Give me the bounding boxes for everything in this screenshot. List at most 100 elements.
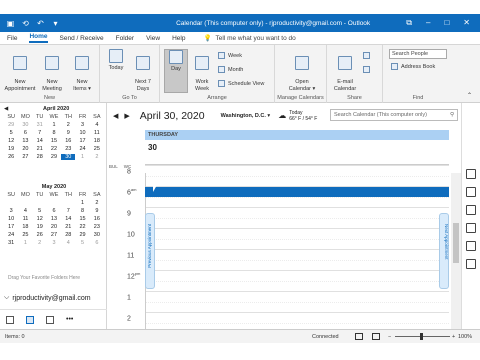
mini-calendar-day[interactable]: 31 — [33, 122, 47, 128]
mini-calendar-day[interactable]: 18 — [90, 138, 104, 144]
mini-calendar-day[interactable]: 8 — [47, 130, 61, 136]
mini-calendar-day[interactable]: 10 — [4, 216, 18, 222]
mini-calendar-day[interactable]: 16 — [90, 216, 104, 222]
mini-calendar-day[interactable] — [61, 200, 75, 206]
minimize-button[interactable]: – — [426, 18, 430, 28]
hour-row[interactable]: 9 — [107, 207, 461, 229]
mini-calendar-day[interactable]: 1 — [18, 240, 32, 246]
tab-send-receive[interactable]: Send / Receive — [60, 35, 104, 42]
mini-calendar-day[interactable]: 6 — [90, 240, 104, 246]
mini-calendar-day[interactable]: 26 — [4, 154, 18, 160]
mini-calendar-day[interactable]: 11 — [90, 130, 104, 136]
weather-location[interactable]: Washington, D.C. ▾ — [221, 113, 271, 119]
zoom-out-icon[interactable]: − — [388, 334, 391, 340]
mini-calendar-day[interactable]: 31 — [4, 240, 18, 246]
mini-calendar-day[interactable]: 17 — [4, 224, 18, 230]
day-view-button[interactable]: Day — [164, 49, 188, 93]
mini-calendar-day[interactable]: 23 — [90, 224, 104, 230]
calendar-grid-rail-icon[interactable] — [466, 205, 476, 215]
mini-calendar-day[interactable]: 27 — [18, 154, 32, 160]
share-calendar-button[interactable] — [363, 52, 370, 59]
vertical-scrollbar[interactable] — [451, 173, 461, 329]
send-receive-icon[interactable]: ⟲ — [21, 19, 30, 28]
mini-calendar-day[interactable]: 20 — [47, 224, 61, 230]
mini-calendar-day[interactable] — [4, 200, 18, 206]
mini-calendar-day[interactable]: 19 — [4, 146, 18, 152]
mini-calendar-day[interactable]: 6 — [18, 130, 32, 136]
mini-calendar-day[interactable]: 2 — [90, 200, 104, 206]
next-appointment-button[interactable]: Next Appointment — [439, 213, 449, 289]
next-7-days-button[interactable]: Next 7 Days — [130, 49, 156, 93]
mini-calendar-day[interactable]: 15 — [75, 216, 89, 222]
all-day-area[interactable] — [145, 140, 449, 165]
publish-online-button[interactable] — [363, 66, 370, 73]
mini-calendar-day[interactable]: 30 — [61, 154, 76, 160]
mini-calendar-day[interactable]: 22 — [75, 224, 89, 230]
maximize-button[interactable]: □ — [444, 18, 449, 28]
tab-help[interactable]: Help — [172, 35, 185, 42]
account-folder[interactable]: ⌵ rjproductivity@gmail.com — [4, 294, 91, 302]
columns-rail-icon[interactable] — [466, 223, 476, 233]
mini-calendar-day[interactable]: 27 — [47, 232, 61, 238]
mini-calendar-day[interactable]: 28 — [61, 232, 75, 238]
mini-calendar-day[interactable]: 21 — [33, 146, 47, 152]
tab-file[interactable]: File — [7, 35, 17, 42]
mini-calendar-day[interactable]: 1 — [75, 200, 89, 206]
previous-day-icon[interactable]: ◀ — [113, 112, 118, 120]
customize-qat-icon[interactable]: ▾ — [51, 19, 60, 28]
tab-folder[interactable]: Folder — [116, 35, 134, 42]
work-week-button[interactable]: Work Week — [190, 49, 214, 93]
new-appointment-button[interactable]: New Appointment — [4, 49, 36, 93]
zoom-slider-thumb[interactable] — [420, 333, 423, 340]
prev-month-arrow-icon[interactable]: ◀ — [4, 106, 8, 112]
mini-calendar-day[interactable]: 12 — [4, 138, 18, 144]
calendar-rail-icon[interactable] — [466, 169, 476, 179]
hour-row[interactable]: 8 — [107, 165, 461, 187]
new-meeting-button[interactable]: New Meeting — [38, 49, 66, 93]
hour-row[interactable]: 10 — [107, 228, 461, 250]
hour-row[interactable]: 11 — [107, 249, 461, 271]
previous-appointment-button[interactable]: Previous Appointment — [145, 213, 155, 289]
scrollbar-thumb[interactable] — [453, 223, 459, 263]
more-icon[interactable]: ••• — [66, 316, 73, 323]
list-rail-icon[interactable] — [466, 259, 476, 269]
mini-calendar-day[interactable]: 23 — [61, 146, 75, 152]
mini-calendar-day[interactable]: 7 — [33, 130, 47, 136]
mini-calendar-day[interactable]: 3 — [47, 240, 61, 246]
mini-calendar-day[interactable]: 29 — [4, 122, 18, 128]
mini-calendar-day[interactable]: 13 — [18, 138, 32, 144]
mini-calendar-day[interactable] — [47, 200, 61, 206]
open-calendar-button[interactable]: Open Calendar ▾ — [285, 49, 319, 93]
mini-calendar-day[interactable]: 20 — [18, 146, 32, 152]
mini-calendar-day[interactable]: 5 — [75, 240, 89, 246]
mini-calendar-day[interactable]: 8 — [75, 208, 89, 214]
mini-calendar-day[interactable]: 2 — [90, 154, 104, 160]
mini-calendar-day[interactable]: 30 — [18, 122, 32, 128]
mini-calendar-day[interactable]: 3 — [4, 208, 18, 214]
search-calendar-input[interactable]: Search Calendar (This computer only) ⚲ — [330, 109, 458, 121]
next-day-icon[interactable]: ▶ — [124, 112, 129, 120]
mini-calendar-day[interactable]: 4 — [61, 240, 75, 246]
tab-home[interactable]: Home — [29, 33, 48, 43]
normal-view-icon[interactable] — [355, 333, 363, 340]
mini-calendar-day[interactable]: 11 — [18, 216, 32, 222]
mini-calendar-day[interactable]: 18 — [18, 224, 32, 230]
mini-calendar-day[interactable]: 29 — [75, 232, 89, 238]
mini-calendar-day[interactable]: 25 — [90, 146, 104, 152]
mini-calendar-day[interactable]: 12 — [33, 216, 47, 222]
collapse-ribbon-icon[interactable]: ⌃ — [467, 92, 472, 99]
mini-calendar-day[interactable]: 30 — [90, 232, 104, 238]
search-people-input[interactable]: Search People — [389, 49, 447, 59]
people-icon[interactable] — [46, 315, 54, 324]
tab-view[interactable]: View — [146, 35, 160, 42]
save-icon[interactable]: ▣ — [6, 19, 15, 28]
board-rail-icon[interactable] — [466, 241, 476, 251]
mini-calendar-day[interactable]: 14 — [33, 138, 47, 144]
mini-calendar-day[interactable]: 16 — [61, 138, 75, 144]
mini-calendar-day[interactable]: 7 — [61, 208, 75, 214]
calendar-module-icon[interactable] — [26, 315, 34, 324]
zoom-level[interactable]: 100% — [458, 334, 472, 340]
month-button[interactable]: Month — [218, 66, 243, 73]
mini-calendar-day[interactable]: 4 — [18, 208, 32, 214]
mini-calendar-day[interactable]: 6 — [47, 208, 61, 214]
